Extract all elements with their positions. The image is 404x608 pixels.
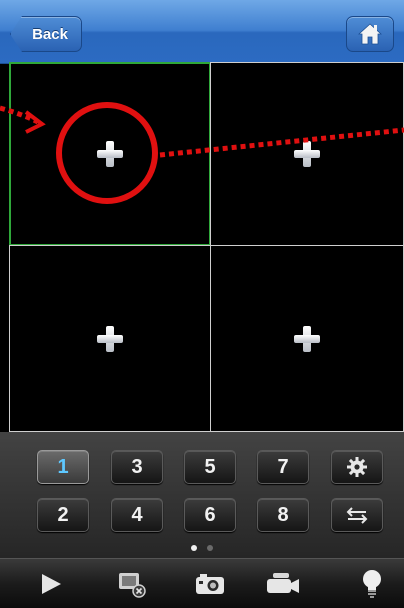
settings-button[interactable] [331,450,383,484]
plus-icon[interactable] [97,325,123,352]
bottom-toolbar [0,558,404,608]
channel-key-8[interactable]: 8 [257,498,309,532]
swap-arrows-icon [346,507,368,524]
app-screen: Back 1 3 5 7 2 4 6 8 [0,0,404,608]
channel-key-label: 7 [277,455,289,478]
video-cell-2[interactable] [210,62,404,246]
home-icon [358,23,382,45]
channel-key-6[interactable]: 6 [184,498,236,532]
video-cell-3[interactable] [9,245,211,432]
video-camera-icon [267,573,299,593]
channel-key-7[interactable]: 7 [257,450,309,484]
play-icon [42,574,61,594]
camera-icon [196,574,224,594]
channel-key-3[interactable]: 3 [111,450,163,484]
navigation-bar: Back [0,0,404,64]
channel-key-4[interactable]: 4 [111,498,163,532]
video-cell-4[interactable] [210,245,404,432]
play-button[interactable] [26,565,76,603]
video-cell-1[interactable] [9,62,211,246]
channel-key-label: 8 [277,503,289,526]
plus-icon[interactable] [294,141,320,167]
back-button[interactable]: Back [10,16,82,52]
plus-icon[interactable] [97,141,123,167]
channel-key-5[interactable]: 5 [184,450,236,484]
channel-key-label: 4 [131,503,143,526]
channel-key-label: 6 [204,503,216,526]
snapshot-button[interactable] [185,565,235,603]
page-indicator [0,545,404,551]
page-dot-active[interactable] [191,545,197,551]
record-button[interactable] [258,565,308,603]
control-panel: 1 3 5 7 2 4 6 8 [0,432,404,558]
light-bulb-icon [363,570,381,598]
home-button[interactable] [346,16,394,52]
channel-key-label: 3 [131,455,143,478]
plus-icon[interactable] [294,325,320,352]
swap-button[interactable] [331,498,383,532]
stop-video-icon [119,573,146,598]
channel-key-label: 5 [204,455,216,478]
video-grid [9,62,404,432]
stop-video-button[interactable] [107,565,157,603]
page-dot[interactable] [207,545,213,551]
channel-key-label: 1 [57,455,69,478]
channel-key-2[interactable]: 2 [37,498,89,532]
light-button[interactable] [347,565,397,603]
channel-key-label: 2 [57,503,69,526]
back-button-label: Back [32,25,68,43]
channel-key-1[interactable]: 1 [37,450,89,484]
gear-icon [347,457,367,477]
